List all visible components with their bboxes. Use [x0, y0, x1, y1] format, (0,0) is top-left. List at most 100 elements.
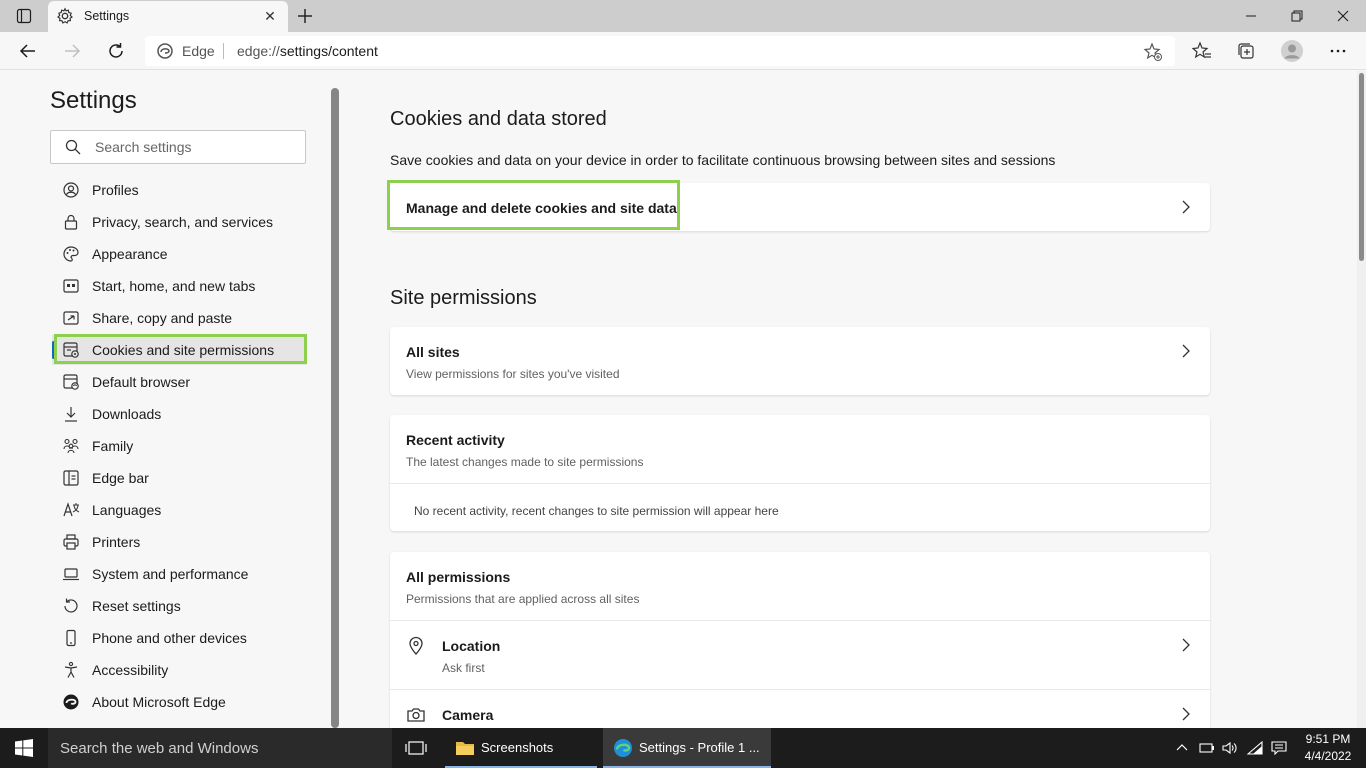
sidebar-item-label: Languages	[92, 502, 162, 518]
clock-time: 9:51 PM	[1305, 732, 1351, 746]
minimize-button[interactable]	[1228, 0, 1274, 32]
power-tray-button[interactable]	[1197, 738, 1217, 758]
no-recent-activity-note: No recent activity, recent changes to si…	[414, 504, 779, 518]
printer-icon	[63, 534, 79, 550]
search-settings-box[interactable]	[50, 130, 306, 164]
palette-icon	[63, 246, 79, 262]
profile-button[interactable]	[1278, 37, 1306, 65]
search-settings-input[interactable]	[95, 137, 295, 157]
windows-taskbar: Search the web and Windows Screenshots S…	[0, 728, 1366, 768]
volume-tray-button[interactable]	[1220, 738, 1240, 758]
browser-toolbar: Edge edge://settings/content	[0, 32, 1366, 70]
all-permissions-card: All permissions Permissions that are app…	[390, 552, 1210, 728]
recent-activity-subtitle: The latest changes made to site permissi…	[406, 455, 644, 469]
sidebar-item-privacy[interactable]: Privacy, search, and services	[52, 207, 306, 237]
sidebar-item-start-home-tabs[interactable]: Start, home, and new tabs	[52, 271, 306, 301]
sidebar-scrollbar[interactable]	[331, 88, 339, 728]
sidebar-item-label: Default browser	[92, 374, 191, 390]
speaker-icon	[1222, 741, 1237, 755]
edge-bar-icon	[63, 470, 79, 486]
sidebar-item-label: Reset settings	[92, 598, 181, 614]
url-path: settings/content	[279, 43, 378, 59]
wifi-icon	[1247, 741, 1263, 755]
sidebar-item-downloads[interactable]: Downloads	[52, 399, 306, 429]
sidebar-item-label: Phone and other devices	[92, 630, 247, 646]
forward-button[interactable]	[56, 35, 88, 67]
permission-row-camera[interactable]: Camera	[390, 690, 1210, 728]
tab-actions-button[interactable]	[8, 4, 40, 28]
all-sites-card[interactable]: All sites View permissions for sites you…	[390, 327, 1210, 395]
browser-icon	[63, 374, 79, 390]
sidebar-item-share-copy-paste[interactable]: Share, copy and paste	[52, 303, 306, 333]
scrollbar-thumb[interactable]	[1359, 73, 1364, 261]
sidebar-item-label: Appearance	[92, 246, 168, 262]
sidebar-item-printers[interactable]: Printers	[52, 527, 306, 557]
browser-tab-settings[interactable]: Settings ✕	[48, 1, 288, 32]
start-button[interactable]	[0, 728, 48, 768]
location-icon	[409, 636, 423, 655]
sidebar-item-appearance[interactable]: Appearance	[52, 239, 306, 269]
taskbar-app-edge[interactable]: Settings - Profile 1 ...	[603, 728, 771, 768]
close-window-button[interactable]	[1320, 0, 1366, 32]
more-icon	[1330, 49, 1346, 53]
profile-icon	[63, 182, 79, 198]
taskbar-search-box[interactable]: Search the web and Windows	[48, 728, 392, 768]
action-center-button[interactable]	[1269, 738, 1289, 758]
new-tab-button[interactable]	[292, 4, 318, 28]
windows-logo-icon	[15, 739, 33, 757]
camera-title: Camera	[442, 707, 494, 723]
location-subtitle: Ask first	[442, 661, 485, 675]
taskbar-clock[interactable]: 9:51 PM 4/4/2022	[1300, 731, 1356, 765]
show-hidden-icons-button[interactable]	[1172, 738, 1192, 758]
sidebar-item-system-performance[interactable]: System and performance	[52, 559, 306, 589]
notification-icon	[1271, 741, 1287, 755]
sidebar-item-accessibility[interactable]: Accessibility	[52, 655, 306, 685]
cookies-description: Save cookies and data on your device in …	[390, 152, 1056, 168]
taskbar-app-screenshots[interactable]: Screenshots	[445, 728, 597, 768]
sidebar-item-phone-devices[interactable]: Phone and other devices	[52, 623, 306, 653]
all-sites-title: All sites	[406, 344, 460, 360]
sidebar-item-label: About Microsoft Edge	[92, 694, 226, 710]
restore-icon	[1291, 10, 1303, 22]
sidebar-item-label: Accessibility	[92, 662, 169, 678]
permission-row-location[interactable]: Location Ask first	[390, 621, 1210, 689]
add-favorite-icon[interactable]	[1143, 42, 1163, 62]
settings-more-button[interactable]	[1324, 37, 1352, 65]
address-bar[interactable]: Edge edge://settings/content	[145, 36, 1175, 66]
sidebar-item-default-browser[interactable]: Default browser	[52, 367, 306, 397]
sidebar-item-label: Privacy, search, and services	[92, 214, 274, 230]
download-icon	[65, 407, 77, 422]
sidebar-item-reset-settings[interactable]: Reset settings	[52, 591, 306, 621]
back-button[interactable]	[12, 35, 44, 67]
restore-button[interactable]	[1274, 0, 1320, 32]
site-identity-label: Edge	[182, 43, 215, 59]
content-scrollbar[interactable]	[1357, 71, 1366, 728]
network-tray-button[interactable]	[1245, 738, 1265, 758]
reset-icon	[64, 598, 78, 613]
sidebar-item-family[interactable]: Family	[52, 431, 306, 461]
url-text[interactable]: edge://settings/content	[237, 43, 378, 59]
close-tab-icon[interactable]: ✕	[260, 6, 280, 26]
chevron-right-icon	[1182, 707, 1190, 721]
sidebar-item-about-edge[interactable]: About Microsoft Edge	[52, 687, 306, 717]
location-title: Location	[442, 638, 501, 654]
task-view-button[interactable]	[398, 728, 434, 768]
collections-icon	[1238, 43, 1254, 59]
sidebar-item-languages[interactable]: Languages	[52, 495, 306, 525]
phone-icon	[66, 629, 76, 647]
chevron-right-icon	[1182, 200, 1190, 214]
sidebar-item-profiles[interactable]: Profiles	[52, 175, 306, 205]
minimize-icon	[1246, 15, 1256, 17]
camera-icon	[407, 708, 425, 722]
close-icon	[1337, 10, 1349, 22]
collections-button[interactable]	[1232, 37, 1260, 65]
sidebar-item-edge-bar[interactable]: Edge bar	[52, 463, 306, 493]
back-arrow-icon	[19, 44, 35, 58]
favorites-button[interactable]	[1188, 37, 1216, 65]
all-sites-subtitle: View permissions for sites you've visite…	[406, 367, 620, 381]
settings-sidebar: Settings Profiles Privacy, search, and s…	[0, 71, 340, 728]
highlight-frame	[54, 334, 307, 364]
tab-title: Settings	[84, 9, 130, 23]
task-view-icon	[405, 741, 427, 755]
refresh-button[interactable]	[100, 35, 132, 67]
